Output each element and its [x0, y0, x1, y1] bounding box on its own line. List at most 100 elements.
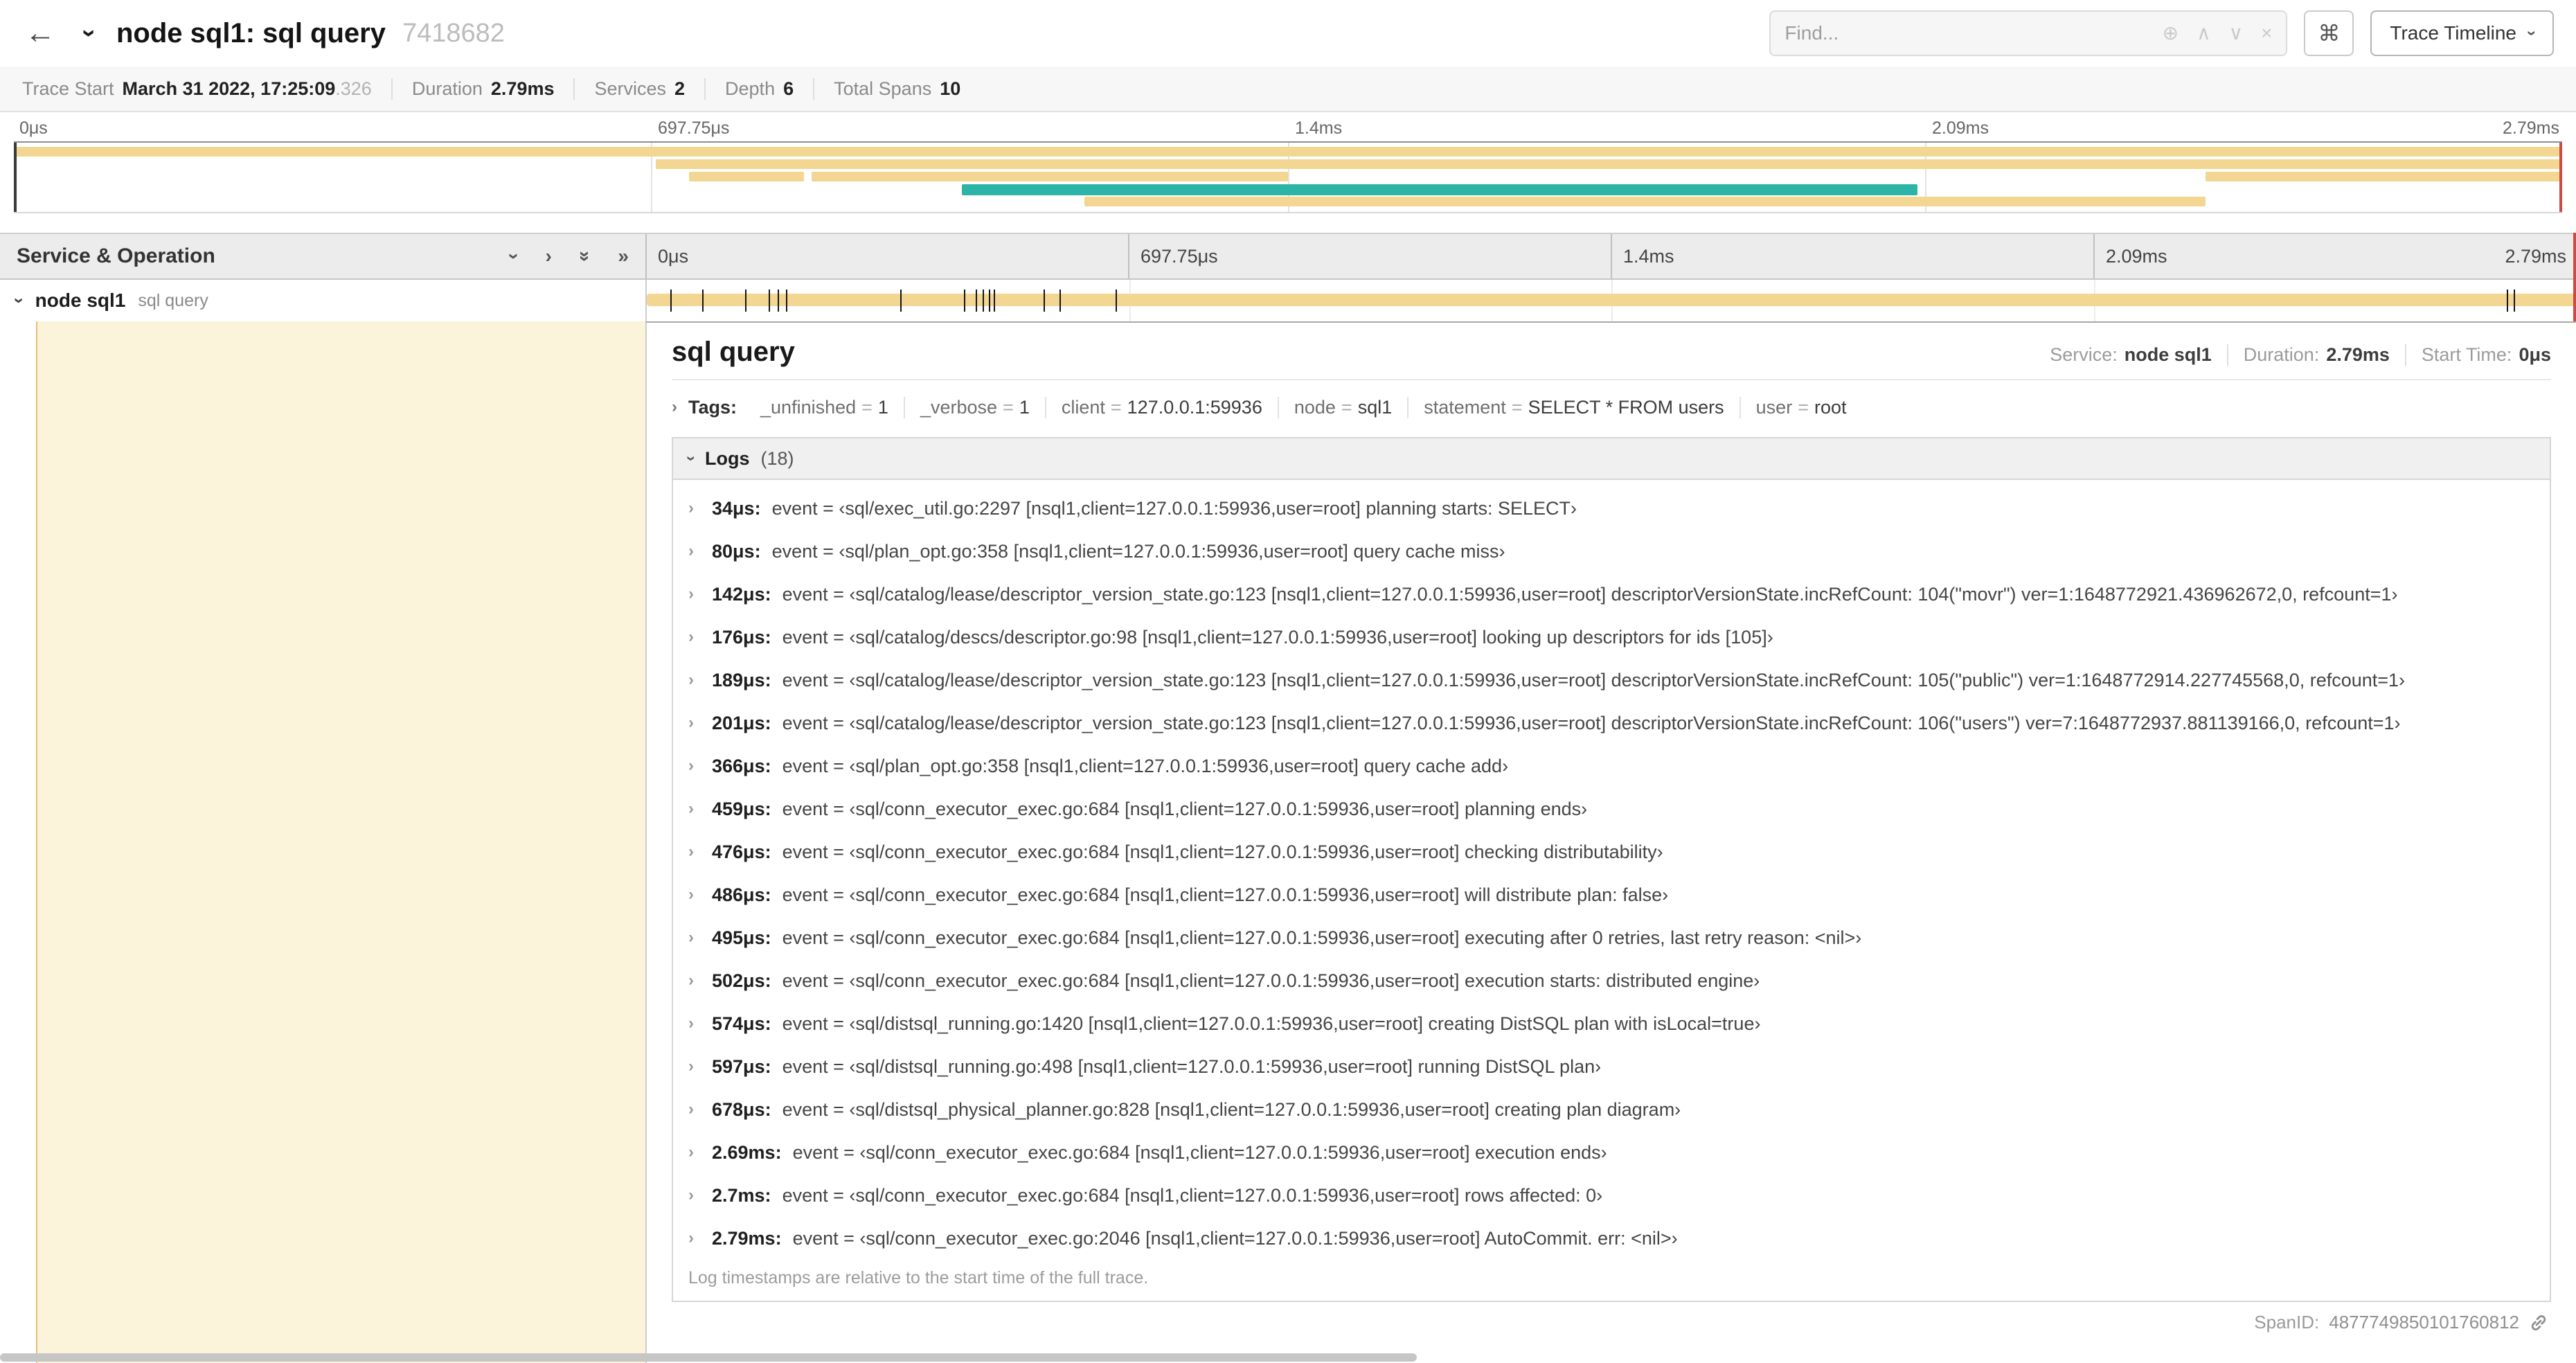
ruler-tick: 1.4ms — [1623, 245, 1674, 267]
tag-key: user — [1755, 396, 1793, 418]
log-event-text: event = ‹sql/conn_executor_exec.go:684 [… — [782, 1184, 1603, 1206]
log-marker-tick — [777, 289, 779, 312]
prev-match-icon[interactable]: ∧ — [2197, 24, 2211, 43]
log-row[interactable]: › 574μs: event = ‹sql/distsql_running.go… — [673, 1002, 2550, 1045]
detail-meta: Service: node sql1 Duration: 2.79ms Start … — [2034, 344, 2551, 366]
log-row[interactable]: › 80μs: event = ‹sql/plan_opt.go:358 [ns… — [673, 530, 2550, 573]
span-row-name-cell[interactable]: › node sql1 sql query — [0, 280, 645, 321]
minimap-left-scrubber[interactable] — [14, 143, 17, 212]
tag-item: user = root — [1741, 397, 1862, 418]
horizontal-scrollbar[interactable] — [0, 1353, 1417, 1362]
stat-label: Duration — [411, 78, 483, 99]
stat-label: Services — [594, 78, 666, 99]
expand-all-icon[interactable]: » — [618, 247, 629, 266]
span-row-track[interactable] — [645, 280, 2576, 321]
log-row[interactable]: › 476μs: event = ‹sql/conn_executor_exec… — [673, 830, 2550, 873]
tags-row[interactable]: › Tags: _unfinished = 1 _verbose = 1 cli… — [672, 394, 2551, 420]
log-row[interactable]: › 486μs: event = ‹sql/conn_executor_exec… — [673, 873, 2550, 916]
log-timestamp: 678μs: — [712, 1098, 771, 1120]
log-row[interactable]: › 366μs: event = ‹sql/plan_opt.go:358 [n… — [673, 745, 2550, 787]
log-row[interactable]: › 459μs: event = ‹sql/conn_executor_exec… — [673, 787, 2550, 830]
log-timestamp: 495μs: — [712, 927, 771, 948]
timeline-header: Service & Operation › › » » 0μs 697.75μs… — [0, 233, 2576, 280]
trace-id: 7418682 — [402, 18, 505, 48]
log-timestamp: 34μs: — [712, 497, 761, 519]
tag-value: 1 — [1019, 396, 1030, 418]
detail-span-title: sql query — [672, 337, 795, 367]
ruler-column: 697.75μs — [1128, 234, 1611, 278]
ruler-column: 2.09ms — [2093, 234, 2576, 278]
chevron-right-icon[interactable]: › — [672, 399, 677, 416]
log-event-text: event = ‹sql/exec_util.go:2297 [nsql1,cl… — [771, 497, 1577, 519]
view-selector-button[interactable]: Trace Timeline › — [2370, 10, 2554, 56]
minimap-right-scrubber[interactable] — [2559, 143, 2562, 212]
meta-value: node sql1 — [2124, 344, 2212, 365]
back-icon[interactable]: ← — [22, 16, 58, 51]
ruler-tick: 2.79ms — [2505, 245, 2566, 267]
log-row[interactable]: › 597μs: event = ‹sql/distsql_running.go… — [673, 1045, 2550, 1088]
collapse-all-icon[interactable]: » — [575, 251, 596, 262]
minimap-span — [656, 159, 2562, 169]
minimap-graph[interactable] — [14, 141, 2562, 213]
span-row[interactable]: › node sql1 sql query — [0, 280, 2576, 321]
tag-key: statement — [1424, 396, 1506, 418]
log-marker-tick — [994, 289, 996, 312]
tag-key: _verbose — [920, 396, 998, 418]
log-marker-tick — [701, 289, 704, 312]
collapse-span-icon[interactable]: › — [9, 298, 30, 304]
find-input[interactable] — [1785, 22, 2145, 44]
clear-search-icon[interactable]: × — [2261, 24, 2272, 43]
stat-value: 10 — [940, 78, 961, 99]
minimap-tick: 1.4ms — [1295, 118, 1343, 138]
log-row[interactable]: › 678μs: event = ‹sql/distsql_physical_p… — [673, 1088, 2550, 1131]
focus-match-icon[interactable]: ⊕ — [2163, 24, 2179, 43]
minimap-span — [14, 147, 2562, 157]
keyboard-shortcuts-button[interactable]: ⌘ — [2304, 10, 2354, 56]
link-icon[interactable] — [2529, 1313, 2548, 1333]
expand-one-icon[interactable]: › — [546, 247, 552, 266]
chevron-down-icon[interactable]: › — [76, 29, 105, 37]
log-timestamp: 2.69ms: — [712, 1141, 782, 1163]
minimap-span — [811, 172, 1288, 181]
chevron-right-icon: › — [688, 799, 694, 818]
trace-minimap[interactable]: 0μs 697.75μs 1.4ms 2.09ms 2.79ms — [14, 118, 2562, 213]
span-detail-panel: sql query Service: node sql1 Duration: 2.7… — [645, 321, 2576, 1363]
log-event-text: event = ‹sql/catalog/lease/descriptor_ve… — [782, 583, 2398, 605]
timeline: Service & Operation › › » » 0μs 697.75μs… — [0, 233, 2576, 321]
log-timestamp: 142μs: — [712, 583, 771, 605]
service-operation-header: Service & Operation › › » » — [0, 234, 645, 278]
logs-header[interactable]: › Logs (18) — [673, 438, 2550, 480]
tag-value: sql1 — [1357, 396, 1393, 418]
minimap-span — [1084, 197, 2206, 206]
log-row[interactable]: › 201μs: event = ‹sql/catalog/lease/desc… — [673, 702, 2550, 745]
chevron-right-icon: › — [688, 670, 694, 689]
log-row[interactable]: › 2.79ms: event = ‹sql/conn_executor_exe… — [673, 1217, 2550, 1260]
meta-label: Start Time: — [2421, 344, 2512, 365]
span-duration-bar[interactable] — [647, 294, 2576, 306]
ruler-column: 1.4ms — [1611, 234, 2093, 278]
log-row[interactable]: › 2.69ms: event = ‹sql/conn_executor_exe… — [673, 1131, 2550, 1174]
minimap-tick: 697.75μs — [658, 118, 730, 138]
collapse-one-icon[interactable]: › — [504, 253, 526, 259]
log-event-text: event = ‹sql/catalog/lease/descriptor_ve… — [782, 712, 2401, 733]
log-timestamp: 459μs: — [712, 798, 771, 819]
tag-item: _unfinished = 1 — [745, 396, 905, 418]
stat-value: March 31 2022, 17:25:09 — [122, 78, 336, 99]
log-row[interactable]: › 2.7ms: event = ‹sql/conn_executor_exec… — [673, 1174, 2550, 1217]
log-marker-tick — [1115, 289, 1117, 312]
logs-count: (18) — [760, 447, 794, 469]
log-row[interactable]: › 142μs: event = ‹sql/catalog/lease/desc… — [673, 573, 2550, 616]
log-row[interactable]: › 189μs: event = ‹sql/catalog/lease/desc… — [673, 659, 2550, 702]
log-row[interactable]: › 34μs: event = ‹sql/exec_util.go:2297 [… — [673, 487, 2550, 530]
chevron-right-icon: › — [688, 885, 694, 904]
log-row[interactable]: › 495μs: event = ‹sql/conn_executor_exec… — [673, 916, 2550, 959]
minimap-tick: 2.09ms — [1932, 118, 1989, 138]
log-row[interactable]: › 502μs: event = ‹sql/conn_executor_exec… — [673, 959, 2550, 1002]
chevron-right-icon: › — [688, 756, 694, 775]
tag-item: _verbose = 1 — [905, 396, 1046, 418]
next-match-icon[interactable]: ∨ — [2229, 24, 2244, 43]
span-service-name: node sql1 — [35, 289, 126, 311]
log-row[interactable]: › 176μs: event = ‹sql/catalog/descs/desc… — [673, 616, 2550, 659]
span-operation-name: sql query — [138, 290, 208, 310]
log-event-text: event = ‹sql/catalog/descs/descriptor.go… — [782, 626, 1773, 648]
